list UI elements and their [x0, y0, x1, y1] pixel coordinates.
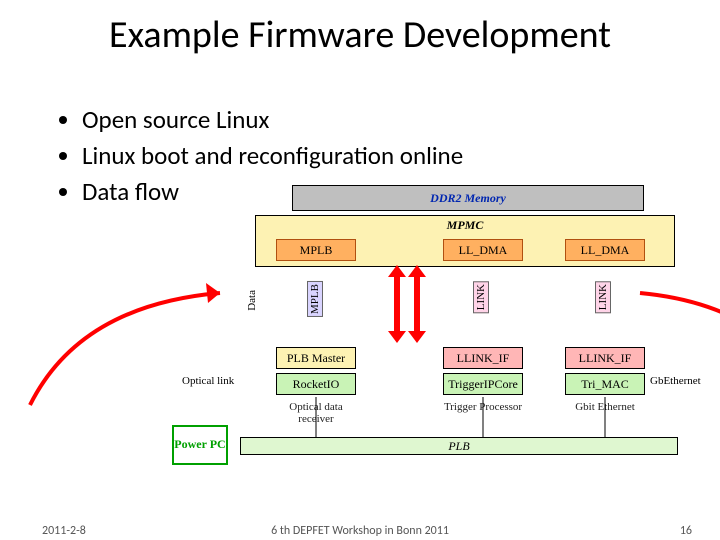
- label-data-vertical: Data: [246, 290, 258, 311]
- block-tri-mac: Tri_MAC: [565, 373, 645, 395]
- block-power-pc: Power PC: [172, 425, 228, 465]
- arrow-optical-in-icon: [20, 275, 240, 415]
- block-ddr2-memory: DDR2 Memory: [292, 185, 644, 211]
- label-gb-ethernet: GbEthernet: [650, 375, 701, 387]
- port-ll-dma-1: LL_DMA: [443, 239, 523, 261]
- footer-page-number: 16: [680, 524, 692, 538]
- block-plb-master: PLB Master: [276, 347, 356, 369]
- connectors-icon: [240, 393, 680, 441]
- firmware-diagram: DDR2 Memory MPMC MPLB LL_DMA LL_DMA Data…: [160, 185, 690, 485]
- bullet-item: Open source Linux: [82, 103, 463, 137]
- label-optical-link: Optical link: [182, 375, 234, 387]
- port-ll-dma-2: LL_DMA: [565, 239, 645, 261]
- label-link-vertical-2: LINK: [595, 281, 611, 313]
- label-mplb-vertical: MPLB: [307, 281, 323, 317]
- block-llink-if-1: LLINK_IF: [443, 347, 523, 369]
- label-link-vertical-1: LINK: [473, 281, 489, 313]
- page-title: Example Firmware Development: [0, 12, 720, 58]
- block-rocketio: RocketIO: [276, 373, 356, 395]
- footer-event: 6 th DEPFET Workshop in Bonn 2011: [0, 524, 720, 538]
- block-trigger-ipcore: TriggerIPCore: [443, 373, 523, 395]
- block-llink-if-2: LLINK_IF: [565, 347, 645, 369]
- bullet-item: Linux boot and reconfiguration online: [82, 139, 463, 173]
- port-mplb: MPLB: [276, 239, 356, 261]
